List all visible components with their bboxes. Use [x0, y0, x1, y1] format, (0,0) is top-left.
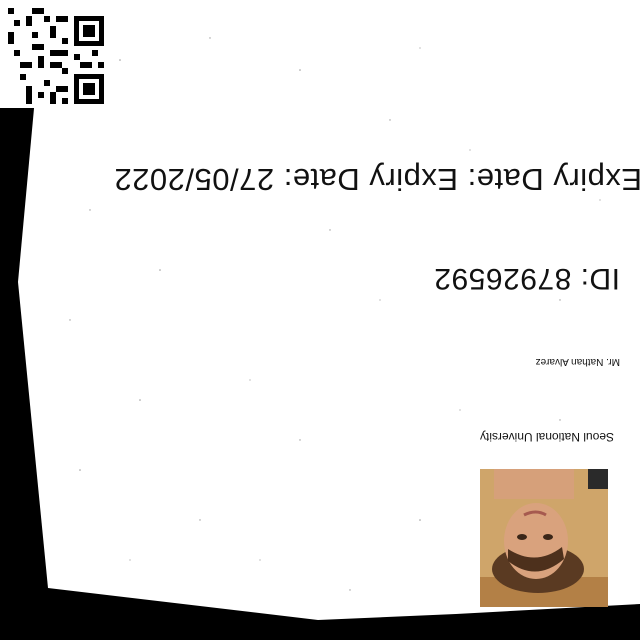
id-number: ID: 87926592: [433, 262, 620, 295]
portrait-image: [480, 469, 608, 607]
holder-name: Mr. Nathan Alvarez: [535, 356, 620, 367]
qr-code: [0, 0, 108, 108]
expiry-date: Expiry Date: Expiry Date: 27/05/2022: [113, 162, 640, 197]
university-name: Seoul National University: [479, 430, 614, 444]
card-content: Seoul National University Mr. Nathan Alv…: [0, 0, 640, 640]
holder-photo: [480, 469, 608, 607]
scene: Seoul National University Mr. Nathan Alv…: [0, 0, 640, 640]
